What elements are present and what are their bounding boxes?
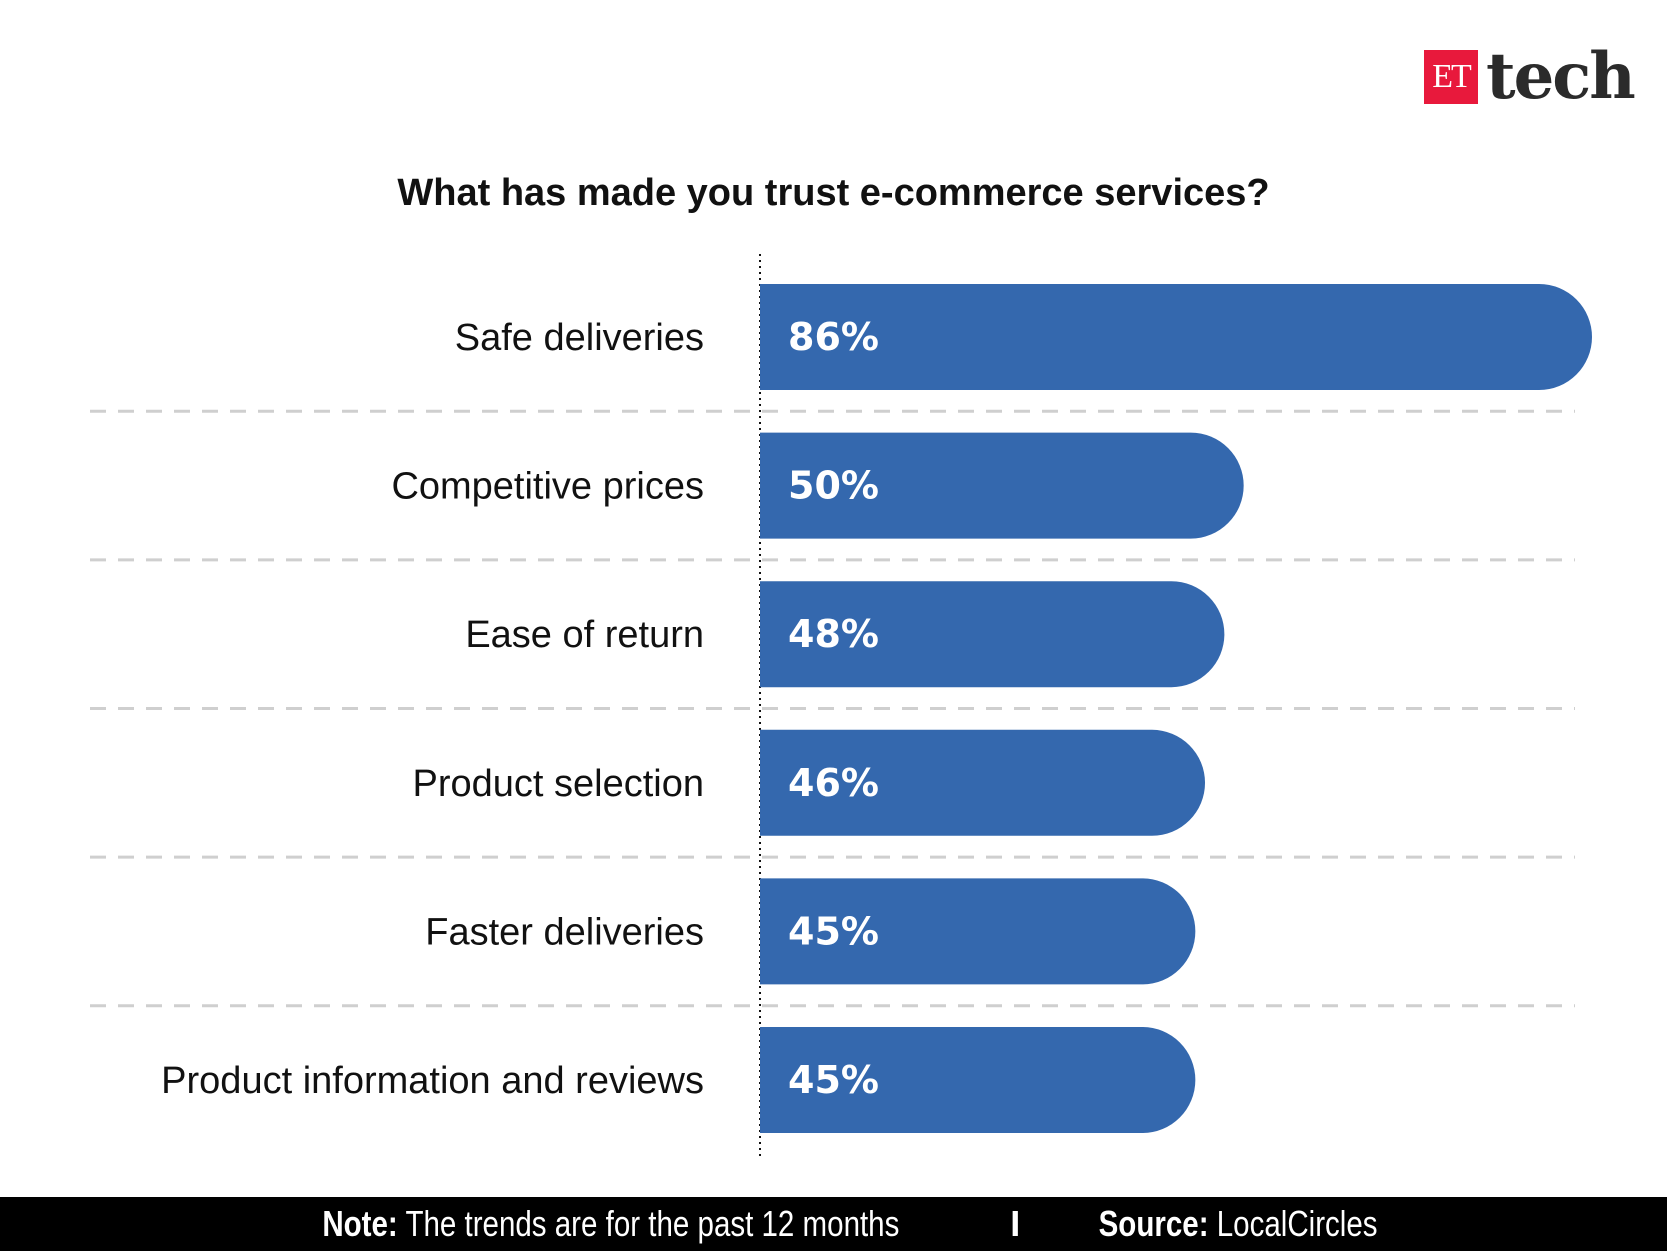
category-label: Safe deliveries (455, 317, 704, 359)
category-label: Faster deliveries (425, 911, 704, 953)
category-label: Product information and reviews (161, 1060, 704, 1102)
data-label: 48% (788, 612, 879, 656)
footer-source: Source: LocalCircles (1099, 1203, 1378, 1245)
note-text: The trends are for the past 12 months (405, 1203, 899, 1244)
footer-bar: Note: The trends are for the past 12 mon… (0, 1197, 1667, 1251)
data-label: 86% (788, 315, 879, 359)
note-label: Note: (321, 1203, 398, 1244)
category-label: Ease of return (465, 614, 704, 656)
bar-chart: Safe deliveries 86% Competitive prices 50% E… (90, 254, 1592, 1158)
footer-separator: I (1010, 1203, 1021, 1244)
data-label: 46% (788, 761, 879, 805)
source-label: Source: (1098, 1203, 1209, 1244)
footer-note: Note: The trends are for the past 12 mon… (322, 1203, 899, 1245)
category-label: Product selection (413, 763, 705, 805)
data-label: 50% (788, 464, 879, 508)
category-label: Competitive prices (391, 466, 704, 508)
data-label: 45% (788, 1058, 879, 1102)
bar (760, 284, 1592, 390)
source-text: LocalCircles (1217, 1203, 1378, 1244)
data-label: 45% (788, 909, 879, 953)
